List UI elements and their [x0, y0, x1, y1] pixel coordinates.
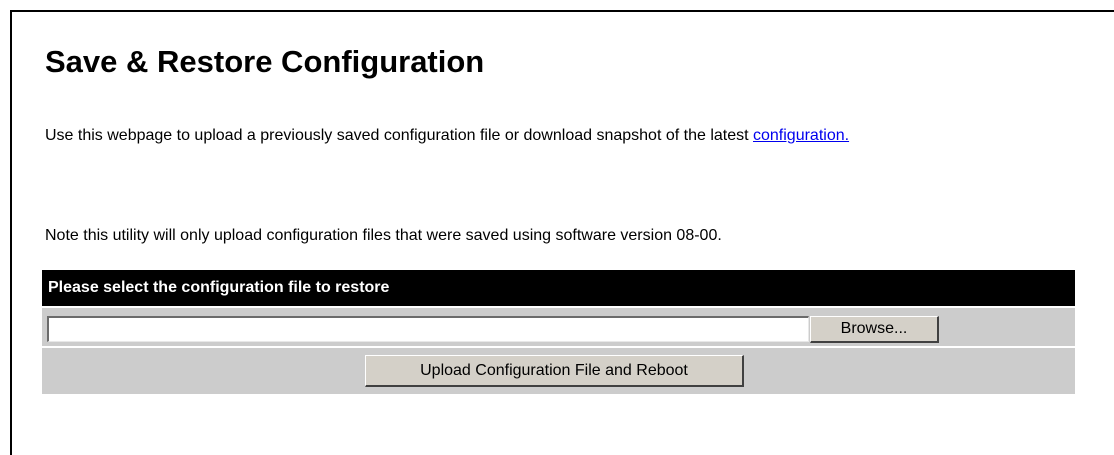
- browse-button[interactable]: Browse...: [810, 316, 939, 343]
- intro-paragraph: Use this webpage to upload a previously …: [45, 124, 1075, 147]
- upload-row: Upload Configuration File and Reboot: [42, 348, 1075, 394]
- file-select-row: Browse...: [42, 308, 1075, 346]
- intro-text: Use this webpage to upload a previously …: [45, 127, 753, 144]
- restore-header: Please select the configuration file to …: [42, 270, 1075, 306]
- page-title: Save & Restore Configuration: [45, 44, 485, 79]
- upload-reboot-button[interactable]: Upload Configuration File and Reboot: [365, 355, 744, 387]
- configuration-download-link[interactable]: configuration.: [753, 127, 849, 144]
- config-file-input[interactable]: [47, 316, 809, 342]
- version-note: Note this utility will only upload confi…: [45, 227, 722, 244]
- restore-form: Please select the configuration file to …: [42, 270, 1075, 394]
